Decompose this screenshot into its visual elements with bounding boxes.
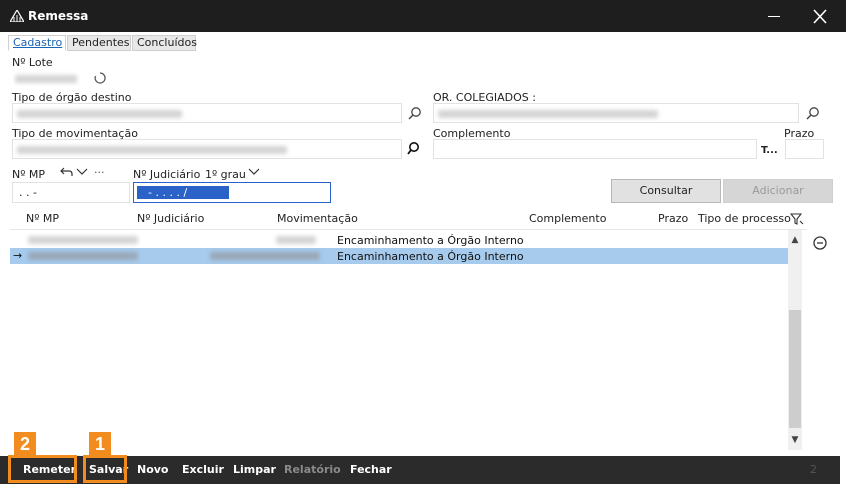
more-options-icon[interactable]: ···	[94, 166, 105, 179]
tab-concluidos[interactable]: Concluídos	[132, 35, 197, 51]
minimize-button[interactable]	[768, 16, 780, 17]
window-title: Remessa	[28, 9, 89, 23]
prazo-field[interactable]	[785, 139, 824, 159]
undo-icon[interactable]	[60, 166, 74, 178]
search-icon[interactable]	[805, 106, 821, 122]
record-counter: 2	[810, 463, 817, 476]
limpar-button[interactable]: Limpar	[233, 463, 276, 476]
chevron-down-icon[interactable]	[248, 167, 260, 177]
fechar-button[interactable]: Fechar	[350, 463, 392, 476]
scroll-thumb[interactable]	[789, 310, 801, 428]
or-colegiados-field[interactable]	[433, 103, 799, 123]
complemento-field[interactable]	[433, 139, 757, 159]
window-bottom-edge	[0, 484, 846, 489]
grid-header: Nº MP Nº Judiciário Movimentação Complem…	[10, 208, 806, 230]
judiciario-value: - . . . . /	[148, 186, 188, 199]
tab-pendentes[interactable]: Pendentes	[67, 35, 131, 51]
judiciario-field[interactable]: - . . . . /	[133, 182, 331, 203]
lote-field[interactable]	[12, 69, 86, 87]
mp-label: Nº MP	[12, 168, 46, 181]
col-complemento[interactable]: Complemento	[529, 212, 606, 225]
mp-field[interactable]: . . -	[12, 182, 130, 203]
col-tipo-processo[interactable]: Tipo de processo	[698, 212, 791, 225]
table-row[interactable]: → Encaminhamento a Órgão Interno	[10, 248, 788, 264]
movimentacao-cell: Encaminhamento a Órgão Interno	[337, 250, 524, 263]
search-icon[interactable]	[407, 106, 423, 122]
novo-button[interactable]: Novo	[137, 463, 169, 476]
app-logo-icon	[10, 10, 24, 22]
grau-select[interactable]: 1º grau	[205, 168, 246, 181]
complemento-more-button[interactable]: T...	[761, 145, 778, 156]
judiciario-label: Nº Judiciário	[133, 168, 201, 181]
title-bar: Remessa	[0, 0, 846, 32]
filter-icon[interactable]	[790, 212, 804, 226]
chevron-down-icon[interactable]	[76, 167, 88, 177]
adicionar-button[interactable]: Adicionar	[723, 179, 833, 203]
tipo-mov-field[interactable]	[12, 139, 402, 159]
step-badge-2: 2	[14, 432, 36, 456]
consultar-processos-button[interactable]: Consultar Processos	[611, 179, 721, 219]
movimentacao-cell: Encaminhamento a Órgão Interno	[337, 234, 524, 247]
remove-row-icon[interactable]	[812, 235, 828, 251]
lote-label: Nº Lote	[12, 56, 53, 69]
tipo-orgao-field[interactable]	[12, 103, 402, 123]
mp-value: . . -	[19, 186, 37, 199]
relatorio-button[interactable]: Relatório	[284, 463, 341, 476]
search-icon[interactable]	[407, 141, 423, 157]
col-movimentacao[interactable]: Movimentação	[277, 212, 358, 225]
scroll-down-icon[interactable]: ▼	[789, 434, 801, 446]
col-mp[interactable]: Nº MP	[26, 212, 59, 225]
excluir-button[interactable]: Excluir	[182, 463, 224, 476]
table-row[interactable]: Encaminhamento a Órgão Interno	[10, 232, 788, 248]
tab-cadastro[interactable]: Cadastro	[8, 35, 66, 51]
col-prazo[interactable]: Prazo	[658, 212, 688, 225]
remeter-highlight-box	[8, 455, 77, 483]
col-judiciario[interactable]: Nº Judiciário	[137, 212, 204, 225]
scroll-up-icon[interactable]: ▲	[789, 234, 801, 246]
grid-scrollbar[interactable]: ▲ ▼	[788, 230, 802, 450]
grid-body: Encaminhamento a Órgão Interno → Encamin…	[10, 230, 788, 450]
refresh-icon[interactable]	[93, 71, 107, 85]
step-badge-1: 1	[89, 432, 111, 456]
close-icon[interactable]	[810, 8, 830, 26]
row-pointer-icon: →	[13, 249, 23, 262]
salvar-highlight-box	[83, 455, 127, 483]
